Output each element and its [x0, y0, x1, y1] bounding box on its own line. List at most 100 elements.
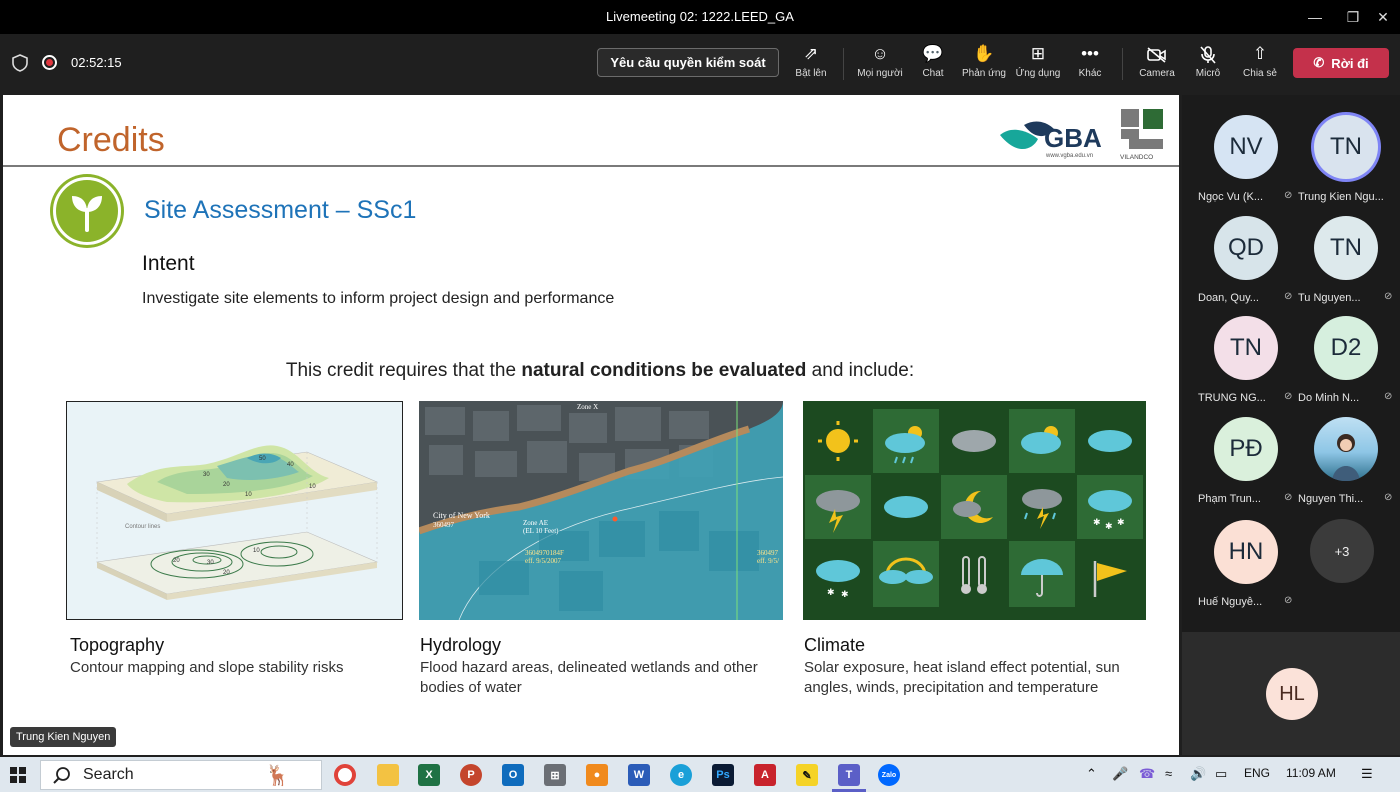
chrome-icon[interactable] [334, 764, 356, 786]
section-title: Site Assessment – SSc1 [144, 196, 417, 224]
language-indicator[interactable]: ENG [1244, 766, 1270, 780]
slide-title: Credits [57, 121, 165, 159]
chat-button[interactable]: 💬 Chat [905, 42, 961, 86]
notifications-icon[interactable]: ☰ [1361, 766, 1373, 782]
powerpoint-icon[interactable]: P [460, 764, 482, 786]
more-icon: ••• [1081, 44, 1099, 63]
teams-icon[interactable]: T [838, 764, 860, 786]
share-label: Chia sẻ [1243, 68, 1277, 79]
participant-name: Nguyen Thi... [1298, 493, 1364, 505]
climate-heading: Climate [804, 635, 866, 655]
pop-out-label: Bật lên [795, 68, 827, 79]
viber-icon[interactable]: ☎ [1139, 766, 1155, 782]
participant-tile[interactable]: TN TRUNG NG... ⊘ [1192, 300, 1292, 404]
phone-hangup-icon: ✆ [1313, 55, 1325, 70]
topography-heading: Topography [70, 635, 165, 655]
calculator-icon[interactable]: ⊞ [544, 764, 566, 786]
hydrology-map-image: Zone X City of New York 360497 Zone AE (… [419, 401, 783, 620]
requirements-pre: This credit requires that the [285, 360, 522, 381]
climate-text: Solar exposure, heat island effect poten… [804, 659, 1120, 696]
map-label: 360497 [433, 521, 455, 529]
intent-text: Investigate site elements to inform proj… [142, 290, 615, 307]
close-button[interactable]: ✕ [1360, 0, 1400, 34]
pop-out-button[interactable]: ⇗ Bật lên [783, 42, 839, 86]
cloud-icon [884, 496, 928, 518]
display-icon[interactable]: ▭ [1215, 766, 1227, 782]
tray-chevron-icon[interactable]: ⌃ [1086, 766, 1097, 782]
file-explorer-icon[interactable] [377, 764, 399, 786]
search-label: Search [83, 766, 134, 783]
meeting-timer: 02:52:15 [71, 55, 122, 70]
clock[interactable]: 11:09 AM [1286, 766, 1336, 780]
pop-out-icon: ⇗ [803, 44, 819, 63]
word-icon[interactable]: W [628, 764, 650, 786]
vilandco-logo: VILANDCO [1120, 109, 1163, 161]
edge-icon[interactable]: e [670, 764, 692, 786]
avatar-photo [1314, 417, 1378, 481]
contour-label: 50 [259, 456, 266, 462]
camera-button[interactable]: Camera [1129, 42, 1185, 86]
self-avatar: HL [1266, 668, 1318, 720]
leave-button[interactable]: ✆ Rời đi [1293, 48, 1389, 78]
more-participants-button[interactable]: +3 [1310, 519, 1374, 583]
taskbar-search-box[interactable]: Search 🦌 [40, 760, 322, 790]
apps-button[interactable]: ⊞ Ứng dụng [1010, 42, 1066, 86]
meeting-toolbar: 02:52:15 Yêu cầu quyền kiểm soát ⇗ Bật l… [0, 34, 1400, 92]
app-icon[interactable]: ● [586, 764, 608, 786]
map-label: 360497 [757, 549, 779, 557]
participant-tile[interactable]: NV Ngọc Vu (K... ⊘ [1192, 99, 1292, 203]
map-label: City of New York [433, 511, 490, 520]
more-label: Khác [1078, 68, 1102, 79]
apps-label: Ứng dụng [1015, 68, 1061, 79]
participant-tile[interactable]: Nguyen Thi... ⊘ [1292, 401, 1393, 505]
contour-label: 30 [207, 560, 214, 566]
excel-icon[interactable]: X [418, 764, 440, 786]
people-icon: ☺ [871, 44, 889, 63]
mic-off-icon: ⊘ [1284, 595, 1293, 606]
hydrology-text: Flood hazard areas, delineated wetlands … [420, 659, 758, 696]
participant-tile[interactable]: QD Doan, Quy... ⊘ [1192, 200, 1292, 304]
window-title-bar: Livemeeting 02: 1222.LEED_GA — ❐ ✕ [0, 0, 1400, 34]
people-button[interactable]: ☺ Mọi người [852, 42, 908, 86]
participant-tile[interactable]: TN Tu Nguyen... ⊘ [1292, 200, 1392, 304]
toolbar-divider [1122, 48, 1123, 80]
sticky-notes-icon[interactable]: ✎ [796, 764, 818, 786]
participant-tile[interactable]: PĐ Phạm Trun... ⊘ [1192, 401, 1292, 505]
requirements-sentence: This credit requires that the natural co… [3, 360, 1179, 382]
title-divider [3, 165, 1179, 167]
outlook-icon[interactable]: O [502, 764, 524, 786]
leave-label: Rời đi [1331, 55, 1369, 71]
autocad-icon[interactable]: A [754, 764, 776, 786]
raise-hand-icon: ✋ [973, 44, 995, 63]
mic-tray-icon[interactable]: 🎤 [1112, 766, 1128, 782]
participant-tile[interactable]: D2 Do Minh N... ⊘ [1292, 300, 1392, 404]
windows-taskbar: Search 🦌 X P O ⊞ ● W e Ps A ✎ T Zalo ⌃ 🎤… [0, 757, 1400, 792]
mic-off-icon: ⊘ [1384, 492, 1393, 503]
zalo-icon[interactable]: Zalo [878, 764, 900, 786]
wifi-icon[interactable]: ≈ [1165, 766, 1172, 781]
presenter-name-tag: Trung Kien Nguyen [10, 727, 117, 747]
mic-button[interactable]: Micrô [1180, 42, 1236, 86]
windows-start-icon[interactable] [10, 767, 26, 783]
share-button[interactable]: ⇧ Chia sẻ [1232, 42, 1288, 86]
requirements-bold: natural conditions be evaluated [521, 360, 807, 381]
share-icon: ⇧ [1252, 44, 1268, 63]
vilandco-logo-text: VILANDCO [1120, 154, 1153, 161]
photoshop-icon[interactable]: Ps [712, 764, 734, 786]
more-actions-button[interactable]: ••• Khác [1062, 42, 1118, 86]
sprout-icon [53, 177, 121, 245]
request-control-button[interactable]: Yêu cầu quyền kiểm soát [597, 48, 779, 77]
contour-lines-caption: Contour lines [125, 524, 160, 530]
avatar: HN [1214, 520, 1278, 584]
volume-icon[interactable]: 🔊 [1190, 766, 1206, 782]
reactions-button[interactable]: ✋ Phản ứng [956, 42, 1012, 86]
mic-label: Micrô [1195, 68, 1221, 79]
avatar: TN [1214, 316, 1278, 380]
participant-tile[interactable]: TN Trung Kien Ngu... [1292, 99, 1392, 203]
toolbar-divider [843, 48, 844, 80]
chat-label: Chat [922, 68, 944, 79]
cloud-icon [1088, 430, 1132, 452]
avatar: NV [1214, 115, 1278, 179]
participant-tile[interactable]: HN Huế Nguyễ... ⊘ [1192, 504, 1293, 608]
avatar: D2 [1314, 316, 1378, 380]
